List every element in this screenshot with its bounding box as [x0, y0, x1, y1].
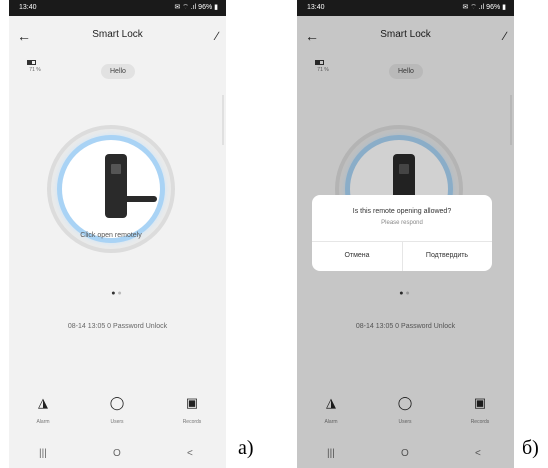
greeting-badge: Hello — [101, 64, 135, 79]
phone-screen-a: 13:40 ✉ ⌔ .ıl 96% ▮ ← Smart Lock ∕ 71 % … — [9, 0, 226, 468]
tab-users-label: Users — [110, 419, 124, 425]
status-time: 13:40 — [19, 4, 37, 11]
dialog-subtitle: Please respond — [381, 220, 423, 226]
door-lock-icon — [105, 154, 127, 218]
tab-alarm[interactable]: ◮ Alarm — [18, 395, 68, 425]
app-header: ← Smart Lock ∕ — [9, 26, 226, 46]
battery-indicator: 71 % — [25, 60, 45, 73]
battery-level: 71 % — [29, 67, 41, 73]
status-icons: ✉ ⌔ .ıl 96% ▮ — [174, 4, 218, 11]
cancel-button[interactable]: Отмена — [312, 241, 402, 271]
edit-pencil-icon[interactable]: ∕ — [216, 26, 218, 46]
alarm-icon: ◮ — [38, 395, 48, 410]
status-time: 13:40 — [307, 4, 325, 11]
dialog-title: Is this remote opening allowed? — [352, 208, 452, 215]
unlock-ring[interactable]: Click open remotely — [57, 135, 165, 243]
remote-unlock-button[interactable]: Click open remotely — [47, 125, 175, 253]
battery-icon — [27, 60, 36, 65]
remote-open-dialog: Is this remote opening allowed? Please r… — [312, 195, 492, 271]
bottom-tab-bar: ◮ Alarm ◯ Users ▣ Records — [9, 395, 226, 435]
panel-label-b: б) — [522, 437, 539, 459]
status-bar: 13:40 ✉ ⌔ .ıl 96% ▮ — [297, 0, 514, 16]
tab-alarm-label: Alarm — [36, 419, 50, 425]
users-icon: ◯ — [109, 395, 125, 410]
last-unlock-record[interactable]: 08-14 13:05 0 Password Unlock — [9, 323, 226, 330]
recents-icon[interactable]: ||| — [39, 445, 47, 463]
tab-users[interactable]: ◯ Users — [92, 395, 142, 425]
status-bar: 13:40 ✉ ⌔ .ıl 96% ▮ — [9, 0, 226, 16]
status-icons: ✉ ⌔ .ıl 96% ▮ — [462, 4, 506, 11]
lock-keypad — [111, 164, 121, 174]
calendar-icon: ▣ — [185, 395, 199, 410]
phone-screen-b: 13:40 ✉ ⌔ .ıl 96% ▮ ← Smart Lock ∕ 71 % … — [297, 0, 514, 468]
page-title: Smart Lock — [92, 29, 143, 40]
remote-open-label: Click open remotely — [80, 232, 142, 239]
page-indicator: ●● — [111, 290, 124, 297]
confirm-button[interactable]: Подтвердить — [402, 241, 492, 271]
system-nav-bar: ||| O < — [9, 445, 226, 463]
tab-records-label: Records — [182, 419, 202, 425]
home-icon[interactable]: O — [113, 445, 121, 463]
nav-back-icon[interactable]: < — [187, 445, 193, 463]
scroll-indicator — [222, 95, 224, 145]
lock-handle — [119, 196, 157, 202]
panel-label-a: a) — [238, 437, 254, 459]
tab-records[interactable]: ▣ Records — [167, 395, 217, 425]
